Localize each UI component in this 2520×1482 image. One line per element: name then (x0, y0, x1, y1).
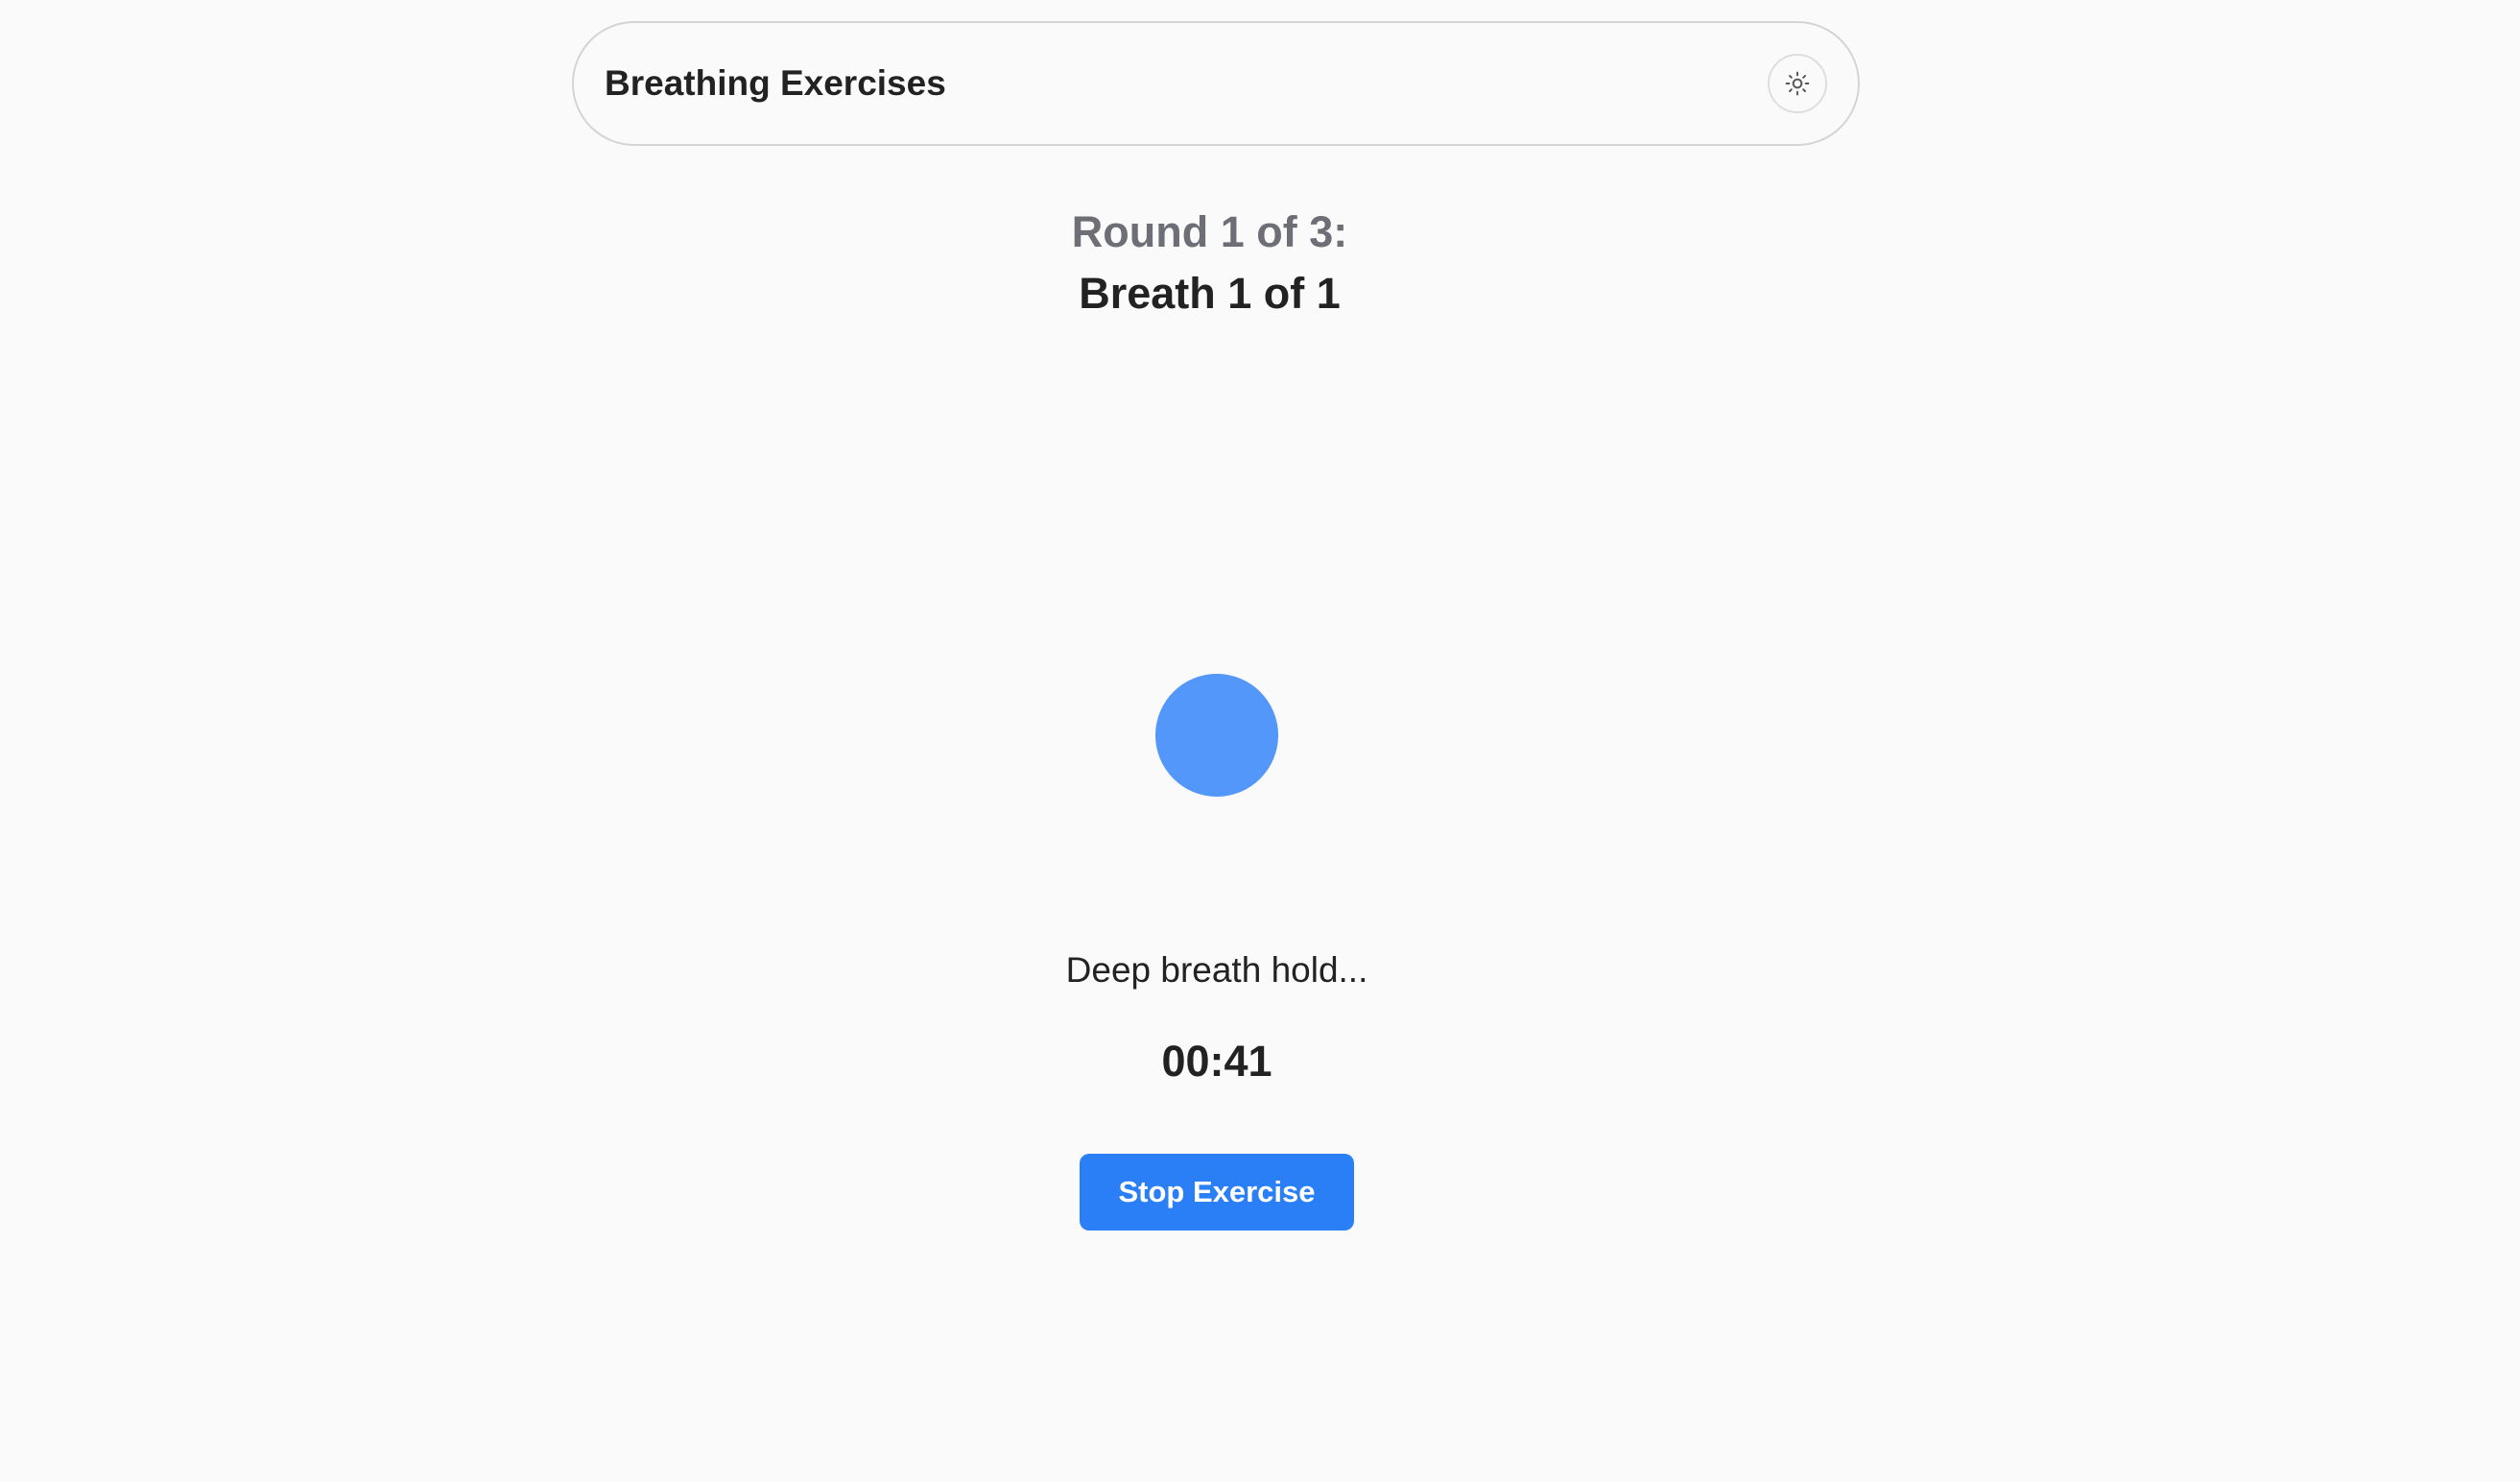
sun-icon (1785, 71, 1810, 96)
breathing-app: Breathing Exercises Round 1 of 3: Breath… (0, 0, 2520, 1482)
round-label: Round 1 of 3: (1071, 207, 1348, 256)
breathing-circle (1155, 674, 1278, 797)
instruction-text: Deep breath hold... (1065, 950, 1368, 990)
breath-label: Breath 1 of 1 (1079, 269, 1341, 318)
theme-toggle-button[interactable] (1768, 54, 1827, 113)
app-title: Breathing Exercises (605, 63, 946, 103)
countdown-timer: 00:41 (1161, 1037, 1272, 1086)
stop-exercise-button[interactable]: Stop Exercise (1080, 1154, 1354, 1231)
app-header: Breathing Exercises (572, 21, 1860, 146)
